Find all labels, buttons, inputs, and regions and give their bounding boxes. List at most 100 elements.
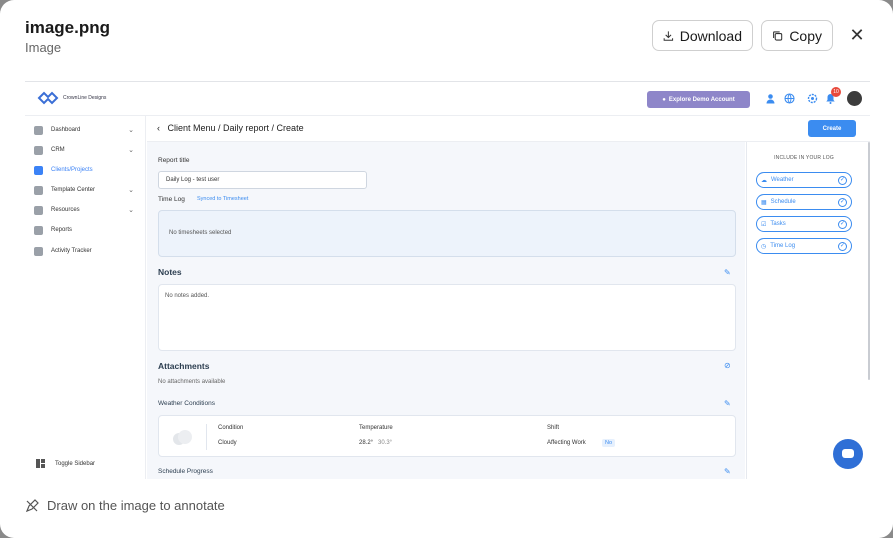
demo-label: Explore Demo Account xyxy=(668,96,735,103)
dashboard-icon xyxy=(34,125,43,135)
breadcrumb-text: Client Menu / Daily report / Create xyxy=(167,123,304,133)
sidebar-item-resources[interactable]: Resources ⌄ xyxy=(34,203,134,217)
sidebar-item-label: Dashboard xyxy=(51,127,81,133)
download-label: Download xyxy=(679,27,742,44)
cloud-icon xyxy=(173,430,192,445)
no-attachments-text: No attachments available xyxy=(158,379,226,385)
weather-divider xyxy=(206,424,207,450)
chevron-down-icon: ⌄ xyxy=(128,187,134,194)
edit-weather-icon[interactable]: ✎ xyxy=(724,400,732,408)
sidebar-item-reports[interactable]: Reports xyxy=(34,223,134,237)
screenshot-image: CrownLine Designs ● Explore Demo Account… xyxy=(25,81,870,479)
affecting-work-badge: No xyxy=(602,439,616,447)
temperature-high: 28.2° xyxy=(359,440,374,446)
sidebar-item-label: Reports xyxy=(51,227,73,233)
annotate-icon xyxy=(25,498,39,512)
include-schedule-toggle[interactable]: ▦ Schedule ✓ xyxy=(756,194,852,210)
toggle-sidebar-label: Toggle Sidebar xyxy=(55,460,96,467)
activity-icon xyxy=(34,246,43,256)
sidebar-item-label: Clients/Projects xyxy=(51,167,93,173)
report-title-label: Report title xyxy=(158,157,190,164)
sidebar-item-dashboard[interactable]: Dashboard ⌄ xyxy=(34,123,134,137)
timesheets-box: No timesheets selected xyxy=(158,210,736,257)
shift-label: Shift xyxy=(547,425,560,431)
copy-button[interactable]: Copy xyxy=(761,20,833,51)
synced-link[interactable]: Synced to Timesheet xyxy=(197,196,248,202)
sidebar-item-label: CRM xyxy=(51,147,65,153)
clients-icon xyxy=(34,165,43,175)
include-weather-toggle[interactable]: ☁ Weather ✓ xyxy=(756,172,852,188)
sidebar-item-template-center[interactable]: Template Center ⌄ xyxy=(34,183,134,197)
template-icon xyxy=(34,185,43,195)
chevron-down-icon: ⌄ xyxy=(128,207,134,214)
crm-icon xyxy=(34,145,43,155)
temperature-low: 30.3° xyxy=(378,440,393,446)
sidebar-item-crm[interactable]: CRM ⌄ xyxy=(34,143,134,157)
notes-heading: Notes xyxy=(158,267,182,277)
main-content: ‹ Client Menu / Daily report / Create Cr… xyxy=(147,116,870,479)
check-icon: ✓ xyxy=(838,198,847,207)
no-timesheets-text: No timesheets selected xyxy=(169,230,232,236)
sidebar-item-label: Resources xyxy=(51,207,80,213)
reports-icon xyxy=(34,225,43,235)
download-icon xyxy=(663,30,674,41)
modal-title: image.png xyxy=(25,18,111,37)
breadcrumb-bar: ‹ Client Menu / Daily report / Create Cr… xyxy=(147,116,870,142)
toggle-sidebar-button[interactable]: Toggle Sidebar xyxy=(36,459,95,468)
sidebar-item-label: Activity Tracker xyxy=(51,248,92,254)
logo-icon xyxy=(37,91,59,105)
include-item-label: Schedule xyxy=(770,199,796,205)
weather-heading: Weather Conditions xyxy=(158,400,215,407)
include-time-log-toggle[interactable]: ◷ Time Log ✓ xyxy=(756,238,852,254)
check-icon: ✓ xyxy=(838,176,847,185)
breadcrumb: ‹ Client Menu / Daily report / Create xyxy=(157,123,304,133)
sidebar-item-activity-tracker[interactable]: Activity Tracker xyxy=(34,244,134,258)
copy-label: Copy xyxy=(789,27,822,44)
download-button[interactable]: Download xyxy=(652,20,753,51)
time-log-label: Time Log xyxy=(158,196,185,203)
scrollbar[interactable] xyxy=(868,142,870,380)
brand-name: CrownLine Designs xyxy=(63,95,107,101)
schedule-heading: Schedule Progress xyxy=(158,468,213,475)
condition-value: Cloudy xyxy=(218,440,237,446)
check-icon: ✓ xyxy=(838,242,847,251)
explore-demo-button[interactable]: ● Explore Demo Account xyxy=(647,91,750,108)
paperclip-icon[interactable]: ⊘ xyxy=(724,362,732,370)
avatar[interactable] xyxy=(847,91,862,106)
checkbox-icon: ☑ xyxy=(761,221,767,228)
sidebar-item-clients-projects[interactable]: Clients/Projects xyxy=(34,163,134,177)
notification-badge: 10 xyxy=(831,87,841,97)
include-panel: INCLUDE IN YOUR LOG ☁ Weather ✓ ▦ Schedu… xyxy=(746,142,860,479)
chevron-down-icon: ⌄ xyxy=(128,147,134,154)
close-icon[interactable]: ✕ xyxy=(848,26,866,44)
clock-icon: ◷ xyxy=(761,243,767,250)
settings-icon[interactable] xyxy=(807,93,818,104)
create-button[interactable]: Create xyxy=(808,120,856,137)
annotate-hint-text: Draw on the image to annotate xyxy=(47,498,225,513)
include-tasks-toggle[interactable]: ☑ Tasks ✓ xyxy=(756,216,852,232)
back-chevron-icon[interactable]: ‹ xyxy=(157,123,165,133)
edit-schedule-icon[interactable]: ✎ xyxy=(724,468,732,476)
attachments-heading: Attachments xyxy=(158,361,210,371)
chevron-down-icon: ⌄ xyxy=(128,127,134,134)
app-topbar: CrownLine Designs ● Explore Demo Account… xyxy=(25,82,870,116)
notes-box[interactable]: No notes added. xyxy=(158,284,736,351)
no-notes-text: No notes added. xyxy=(165,293,210,299)
brand-logo[interactable]: CrownLine Designs xyxy=(37,90,106,106)
include-panel-title: INCLUDE IN YOUR LOG xyxy=(774,155,834,161)
sidebar: Dashboard ⌄ CRM ⌄ Clients/Projects Templ… xyxy=(25,116,146,479)
profile-icon[interactable] xyxy=(765,93,776,104)
check-icon: ✓ xyxy=(838,220,847,229)
report-title-input[interactable]: Daily Log - test user xyxy=(158,171,367,189)
condition-label: Condition xyxy=(218,425,244,431)
include-item-label: Weather xyxy=(771,177,794,183)
chat-icon xyxy=(842,449,854,458)
include-item-label: Tasks xyxy=(770,221,786,227)
globe-icon[interactable] xyxy=(784,93,795,104)
edit-notes-icon[interactable]: ✎ xyxy=(724,269,732,277)
temperature-label: Temperature xyxy=(359,425,393,431)
calendar-icon: ▦ xyxy=(761,199,767,206)
chat-button[interactable] xyxy=(833,439,863,469)
copy-icon xyxy=(773,30,783,41)
affecting-work-label: Affecting Work xyxy=(547,440,586,446)
